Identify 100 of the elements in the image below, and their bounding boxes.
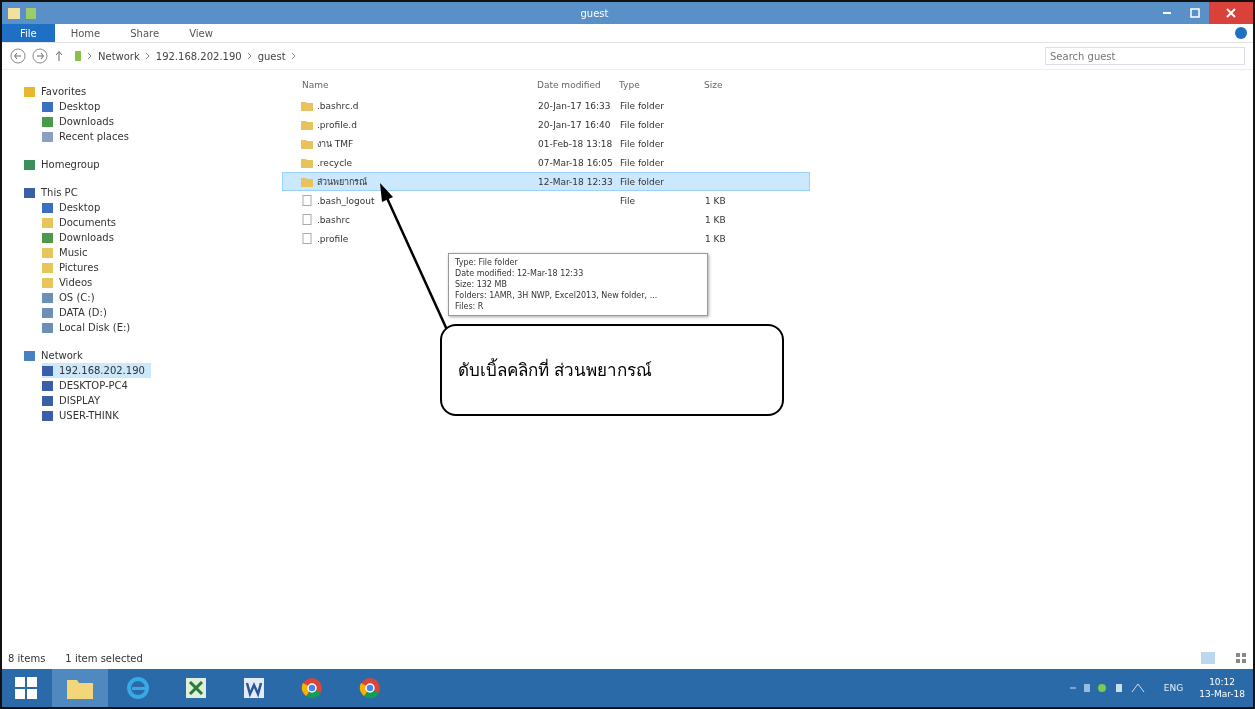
location-icon bbox=[42, 232, 53, 243]
folder-icon bbox=[301, 157, 313, 168]
sidebar-label: DESKTOP-PC4 bbox=[59, 380, 128, 391]
file-size: 1 KB bbox=[705, 195, 726, 206]
language-indicator[interactable]: ENG bbox=[1163, 683, 1184, 693]
sidebar-label: Local Disk (E:) bbox=[59, 322, 131, 333]
back-icon[interactable] bbox=[10, 48, 26, 64]
up-icon[interactable] bbox=[54, 50, 64, 62]
icons-view-icon[interactable] bbox=[1235, 652, 1247, 664]
date-modified: 07-Mar-18 16:05 bbox=[538, 157, 613, 168]
date-modified: 20-Jan-17 16:33 bbox=[538, 100, 611, 111]
ribbon-tab[interactable]: View bbox=[175, 24, 227, 42]
ribbon-tab[interactable]: Home bbox=[56, 24, 115, 42]
sidebar-item[interactable]: DATA (D:) bbox=[42, 305, 113, 320]
clock-date[interactable]: 13-Mar-18 bbox=[1199, 688, 1245, 700]
folder-icon bbox=[301, 119, 313, 130]
file-name: .profile bbox=[317, 233, 349, 244]
sidebar-item[interactable]: This PC bbox=[24, 185, 84, 200]
sidebar-item[interactable]: DESKTOP-PC4 bbox=[42, 378, 134, 393]
location-icon bbox=[42, 131, 53, 142]
ribbon-tab[interactable]: Share bbox=[116, 24, 174, 42]
sidebar-item[interactable]: Recent places bbox=[42, 129, 135, 144]
file-row[interactable]: .profile 1 KB bbox=[282, 229, 810, 248]
file-name: งาน TMF bbox=[317, 137, 354, 151]
sidebar-item[interactable]: OS (C:) bbox=[42, 290, 101, 305]
sidebar-item[interactable]: Local Disk (E:) bbox=[42, 320, 137, 335]
sidebar-item[interactable]: Downloads bbox=[42, 114, 120, 129]
date-modified: 12-Mar-18 12:33 bbox=[538, 176, 613, 187]
sidebar-item[interactable]: Desktop bbox=[42, 200, 107, 215]
file-type: File folder bbox=[620, 157, 665, 168]
sidebar-item[interactable]: 192.168.202.190 bbox=[42, 363, 151, 378]
clock-time[interactable]: 10:12 bbox=[1209, 676, 1236, 688]
sidebar-item[interactable]: Favorites bbox=[24, 84, 93, 99]
sidebar-item[interactable]: USER-THINK bbox=[42, 408, 125, 423]
location-icon bbox=[42, 322, 53, 333]
location-icon bbox=[42, 277, 53, 288]
sidebar-label: Pictures bbox=[59, 262, 99, 273]
window-title: guest bbox=[579, 7, 610, 19]
chevron-icon[interactable] bbox=[290, 52, 297, 60]
sidebar-label: Downloads bbox=[59, 232, 114, 243]
sidebar-label: USER-THINK bbox=[59, 410, 119, 421]
column-header[interactable]: Name bbox=[282, 80, 537, 90]
sidebar-item[interactable]: Pictures bbox=[42, 260, 105, 275]
column-header[interactable]: Size bbox=[704, 80, 794, 90]
tooltip-text: Type: File folder bbox=[455, 257, 519, 268]
date-modified: 20-Jan-17 16:40 bbox=[538, 119, 611, 130]
tooltip-text: Folders: 1AMR, 3H NWP, Excel2013, New folder, ... bbox=[455, 290, 659, 301]
file-row[interactable]: ส่วนพยากรณ์ 12-Mar-18 12:33 File folder bbox=[282, 172, 810, 191]
sidebar-label: DISPLAY bbox=[59, 395, 100, 406]
close-button[interactable] bbox=[1209, 2, 1253, 24]
sidebar-item[interactable]: DISPLAY bbox=[42, 393, 106, 408]
file-row[interactable]: .bashrc.d 20-Jan-17 16:33 File folder bbox=[282, 96, 810, 115]
file-row[interactable]: .bashrc 1 KB bbox=[282, 210, 810, 229]
forward-icon[interactable] bbox=[32, 48, 48, 64]
item-count: 8 items bbox=[8, 652, 46, 664]
location-icon bbox=[42, 292, 53, 303]
file-row[interactable]: .profile.d 20-Jan-17 16:40 File folder bbox=[282, 115, 810, 134]
sidebar-item[interactable]: Music bbox=[42, 245, 94, 260]
location-icon bbox=[42, 410, 53, 421]
breadcrumb[interactable]: Network bbox=[98, 50, 140, 62]
tooltip-text: Files: R bbox=[455, 301, 485, 312]
chevron-icon[interactable] bbox=[144, 52, 151, 60]
column-header[interactable]: Type bbox=[619, 80, 704, 90]
file-icon bbox=[301, 214, 313, 225]
sidebar-label: 192.168.202.190 bbox=[59, 365, 145, 376]
properties-icon[interactable] bbox=[26, 7, 36, 19]
chevron-icon[interactable] bbox=[87, 52, 93, 60]
location-icon bbox=[42, 247, 53, 258]
address-bar[interactable]: Network 192.168.202.190 guest bbox=[70, 46, 1039, 66]
taskbar-button[interactable] bbox=[52, 669, 108, 707]
file-name: .bashrc.d bbox=[317, 100, 359, 111]
sidebar-item[interactable]: Videos bbox=[42, 275, 99, 290]
file-type: File folder bbox=[620, 100, 665, 111]
breadcrumb[interactable]: guest bbox=[257, 50, 286, 62]
sidebar-item[interactable]: Network bbox=[24, 348, 89, 363]
help-icon[interactable] bbox=[1235, 27, 1247, 39]
sidebar-item[interactable]: Documents bbox=[42, 215, 123, 230]
file-row[interactable]: .recycle 07-Mar-18 16:05 File folder bbox=[282, 153, 810, 172]
sidebar-item[interactable]: Desktop bbox=[42, 99, 107, 114]
column-header[interactable]: Date modified bbox=[537, 80, 619, 90]
sidebar-label: Homegroup bbox=[41, 159, 100, 170]
file-row[interactable]: .bash_logout File 1 KB bbox=[282, 191, 810, 210]
location-icon bbox=[42, 116, 53, 127]
breadcrumb[interactable]: 192.168.202.190 bbox=[155, 50, 242, 62]
sidebar-item[interactable]: Downloads bbox=[42, 230, 120, 245]
sidebar-label: DATA (D:) bbox=[59, 307, 107, 318]
search-field[interactable]: Search guest bbox=[1045, 47, 1245, 65]
location-icon bbox=[24, 350, 35, 361]
chevron-icon[interactable] bbox=[246, 52, 253, 60]
file-row[interactable]: งาน TMF 01-Feb-18 13:18 File folder bbox=[282, 134, 810, 153]
chrome-icon bbox=[300, 676, 324, 700]
sidebar-item[interactable]: Homegroup bbox=[24, 157, 106, 172]
folder-icon bbox=[301, 176, 313, 187]
file-type: File bbox=[620, 195, 636, 206]
file-tab[interactable]: File bbox=[2, 24, 55, 42]
file-type: File folder bbox=[620, 176, 665, 187]
browser-icon bbox=[126, 676, 150, 700]
file-name: .profile.d bbox=[317, 119, 357, 130]
sidebar-label: Recent places bbox=[59, 131, 129, 142]
folder-icon[interactable] bbox=[8, 7, 20, 19]
